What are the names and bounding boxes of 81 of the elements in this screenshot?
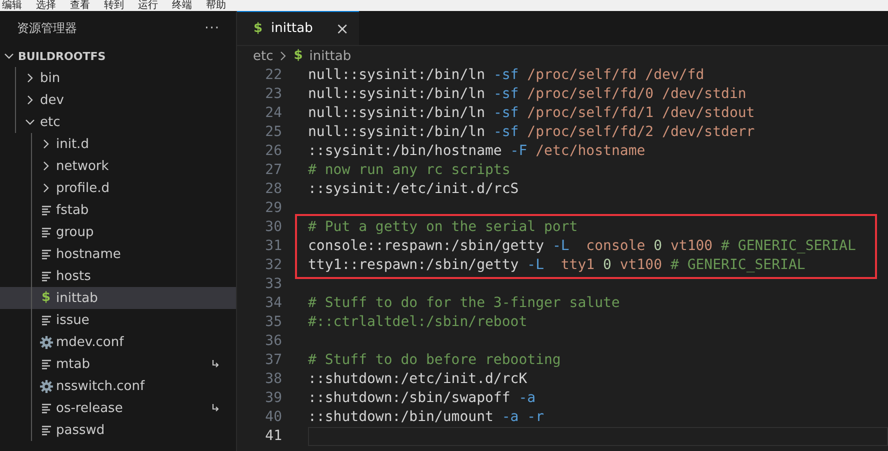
code-line: # now run any rc scripts [308,161,510,180]
code-line: ::sysinit:/etc/init.d/rcS [308,180,519,199]
line-number: 22 [264,66,282,85]
tree-item[interactable]: dev [0,89,236,111]
line-number: 38 [264,370,282,389]
code-line: # Stuff to do for the 3-finger salute [308,294,620,313]
text-file-icon [40,226,52,238]
menu-item[interactable]: 帮助 [206,0,226,11]
line-number: 37 [264,351,282,370]
tree-item[interactable]: profile.d [0,177,236,199]
dollar-icon: $ [41,291,51,305]
tree-item[interactable]: fstab [0,199,236,221]
tree-item[interactable]: network [0,155,236,177]
code-line: null::sysinit:/bin/ln -sf /proc/self/fd/0 /dev/stdin [308,85,746,104]
close-button[interactable]: × [336,19,349,38]
code-line: console::respawn:/sbin/getty -L console 0 vt100 # GENERIC_SERIAL [308,237,856,256]
more-actions-button[interactable]: ··· [204,20,220,36]
text-file-icon [40,358,52,370]
tree-item[interactable]: mdev.conf [0,331,236,353]
line-number: 36 [264,332,282,351]
tree-item[interactable]: init.d [0,133,236,155]
code-line: null::sysinit:/bin/ln -sf /proc/self/fd/1 /dev/stdout [308,104,755,123]
line-number: 25 [264,123,282,142]
dollar-icon: $ [253,22,263,36]
text-file-icon [40,424,52,436]
line-number: 40 [264,408,282,427]
code-line: tty1::respawn:/sbin/getty -L tty1 0 vt100 # GENERIC_SERIAL [308,256,806,275]
menu-item[interactable]: 终端 [172,0,192,11]
code-line: null::sysinit:/bin/ln -sf /proc/self/fd/2 /dev/stderr [308,123,755,142]
text-file-icon [40,248,52,260]
line-number: 33 [264,275,282,294]
code-line: # Put a getty on the serial port [308,218,578,237]
line-number: 26 [264,142,282,161]
text-file-icon [40,402,52,414]
line-number: 41 [264,427,282,446]
panel-title: 资源管理器 [17,20,77,36]
code-line: #::ctrlaltdel:/sbin/reboot [308,313,528,332]
tree-item[interactable]: nsswitch.conf [0,375,236,397]
menu-item[interactable]: 查看 [70,0,90,11]
text-file-icon [40,270,52,282]
tree-root[interactable]: BUILDROOTFS [0,45,236,67]
code-line: null::sysinit:/bin/ln -sf /proc/self/fd /dev/fd [308,66,704,85]
line-number: 27 [264,161,282,180]
breadcrumb-item[interactable]: etc [253,48,274,64]
line-number: 31 [264,237,282,256]
line-number: 39 [264,389,282,408]
gear-icon [40,380,52,392]
menu-item[interactable]: 运行 [138,0,158,11]
text-file-icon [40,314,52,326]
tree-item[interactable]: group [0,221,236,243]
text-file-icon [40,204,52,216]
tree-item[interactable]: issue [0,309,236,331]
gear-icon [40,336,52,348]
breadcrumb-item[interactable]: inittab [309,48,352,64]
tree-item[interactable]: os-release [0,397,236,419]
tree-item[interactable]: $ inittab [0,287,236,309]
tree-item[interactable]: hostname [0,243,236,265]
tree-item[interactable]: mtab [0,353,236,375]
tree-item[interactable]: etc [0,111,236,133]
menu-item[interactable]: 转到 [104,0,124,11]
code-line: ::shutdown:/sbin/swapoff -a [308,389,536,408]
menu-item[interactable]: 选择 [36,0,56,11]
line-number: 30 [264,218,282,237]
menu-item[interactable]: 编辑 [2,0,22,11]
line-number: 23 [264,85,282,104]
code-line: # Stuff to do before rebooting [308,351,561,370]
chevron-right-icon [279,51,288,61]
line-number: 32 [264,256,282,275]
line-number: 28 [264,180,282,199]
code-line: ::shutdown:/bin/umount -a -r [308,408,544,427]
tree-item[interactable]: passwd [0,419,236,441]
dollar-icon: $ [293,49,304,63]
line-number: 24 [264,104,282,123]
tree-item[interactable]: hosts [0,265,236,287]
line-number: 29 [264,199,282,218]
editor-tab[interactable]: $ inittab × [237,11,359,45]
code-line: ::shutdown:/etc/init.d/rcK [308,370,528,389]
tree-item[interactable]: bin [0,67,236,89]
line-number: 35 [264,313,282,332]
code-line: ::sysinit:/bin/hostname -F /etc/hostname [308,142,646,161]
line-number: 34 [264,294,282,313]
